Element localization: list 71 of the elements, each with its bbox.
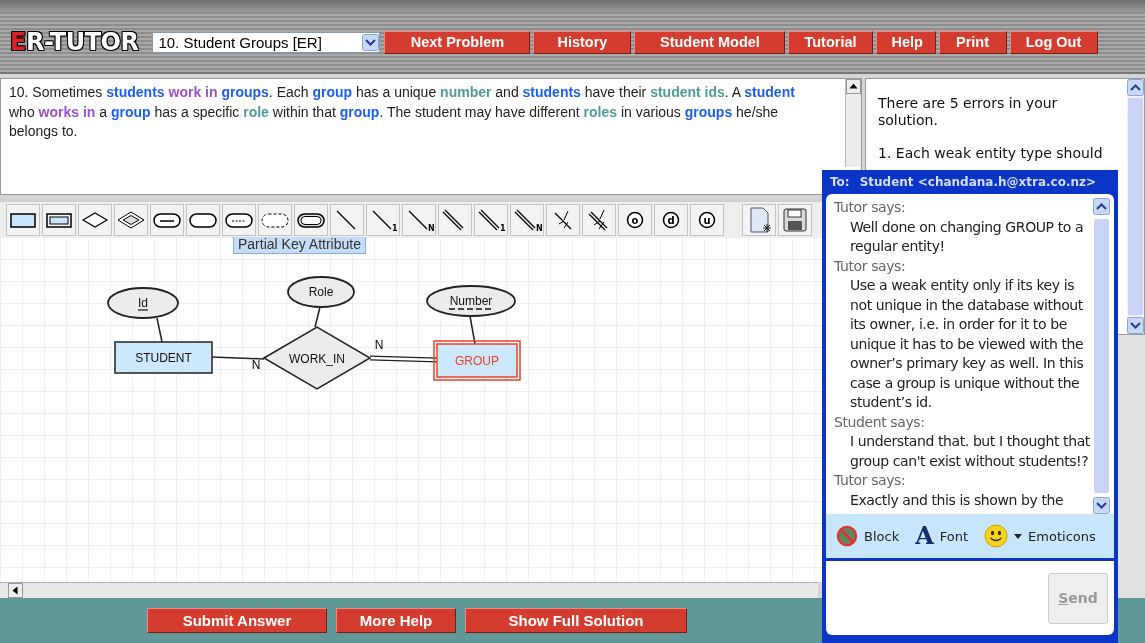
caret-icon[interactable] bbox=[1014, 533, 1023, 539]
double-diamond-tool-icon[interactable] bbox=[114, 203, 148, 236]
dashed-key-ellipse-tool-icon[interactable] bbox=[222, 203, 256, 236]
scroll-up-icon[interactable] bbox=[846, 79, 861, 94]
nav-button[interactable]: Tutorial bbox=[788, 30, 873, 54]
problem-select[interactable]: 10. Student Groups [ER] bbox=[152, 31, 381, 53]
entity-box[interactable]: STUDENT bbox=[114, 341, 213, 374]
line-tool-icon[interactable]: 1 bbox=[366, 203, 400, 236]
message-text: Use a weak entity only if its key is not unique in the database without its owner, i.e. in order for it to be unique it has to be viewed with the owner’s primary key as well. In this case a group is unique without the student’s id. bbox=[849, 276, 1085, 412]
scrollbar[interactable] bbox=[1127, 79, 1144, 334]
circle-tool-icon[interactable]: o bbox=[618, 203, 652, 236]
cardinality-label: N bbox=[251, 358, 261, 372]
attribute-ellipse[interactable]: Role bbox=[287, 276, 355, 308]
message-sender: Student says: bbox=[834, 412, 926, 432]
double-ellipse-tool-icon[interactable] bbox=[294, 203, 328, 236]
scroll-left-icon[interactable] bbox=[8, 583, 23, 598]
scrollbar[interactable] bbox=[845, 79, 861, 167]
nav-button[interactable]: History bbox=[533, 30, 632, 54]
message-text: Exactly and this is shown by the bbox=[849, 490, 1065, 510]
smiley-icon[interactable] bbox=[984, 524, 1009, 548]
nav-button[interactable]: Log Out bbox=[1009, 30, 1098, 54]
problem-statement: 10. Sometimes students work in groups. Each group has a unique number and students have their student ids. A student who works in a group has a specific role within that group. The student may have different roles in various groups he/she belongs to. bbox=[8, 83, 796, 141]
chat-tool-label[interactable]: Emoticons bbox=[1028, 528, 1096, 544]
line-tool-icon[interactable]: N bbox=[402, 203, 436, 236]
double-line-tool-icon[interactable]: N bbox=[510, 203, 544, 236]
nav-button[interactable]: Next Problem bbox=[384, 30, 531, 54]
message-sender: Tutor says: bbox=[834, 256, 907, 276]
fork-tool-icon[interactable] bbox=[546, 203, 580, 236]
diamond-tool-icon[interactable] bbox=[78, 203, 112, 236]
chat-tool-label[interactable]: Font bbox=[939, 528, 969, 544]
scrollbar[interactable] bbox=[1093, 198, 1110, 514]
scroll-up-icon[interactable] bbox=[1127, 79, 1144, 96]
recipient: Student <chandana.h@xtra.co.nz> bbox=[859, 175, 1097, 189]
chat-tool-label[interactable]: Block bbox=[864, 528, 900, 544]
message-sender: Tutor says: bbox=[834, 471, 907, 490]
relationship-diamond[interactable]: WORK_IN bbox=[262, 326, 372, 390]
message-text: I understand that. but I thought that group can't exist without students!? bbox=[849, 432, 1091, 471]
action-button[interactable]: Show Full Solution bbox=[465, 608, 687, 633]
nav-button[interactable]: Student Model bbox=[634, 30, 786, 54]
block-icon[interactable] bbox=[836, 525, 858, 547]
key-attribute-ellipse[interactable]: Id bbox=[107, 287, 179, 319]
double-line-tool-icon[interactable]: 1 bbox=[474, 203, 508, 236]
action-button[interactable]: Submit Answer bbox=[147, 608, 327, 633]
scrollbar[interactable] bbox=[0, 582, 818, 598]
double-fork-tool-icon[interactable] bbox=[582, 203, 616, 236]
scroll-down-icon[interactable] bbox=[1093, 497, 1110, 514]
ellipse-tool-icon[interactable] bbox=[186, 203, 220, 236]
logo: ER-TUTOR bbox=[10, 28, 139, 56]
entity-tool-icon[interactable] bbox=[6, 203, 40, 236]
feedback-summary: There are 5 errors in your solution. bbox=[878, 95, 1059, 129]
message-text: Well done on changing GROUP to a regular entity! bbox=[849, 217, 1085, 256]
new-file-icon[interactable] bbox=[742, 203, 776, 236]
weak-entity-tool-icon[interactable] bbox=[42, 203, 76, 236]
nav-button[interactable]: Print bbox=[938, 30, 1007, 54]
circle-tool-icon[interactable]: u bbox=[690, 203, 724, 236]
feedback-item: 1. Each weak entity type should bbox=[878, 145, 1104, 161]
action-button[interactable]: More Help bbox=[336, 608, 456, 633]
nav-button[interactable]: Help bbox=[875, 30, 936, 54]
double-line-tool-icon[interactable] bbox=[438, 203, 472, 236]
font-icon[interactable]: A bbox=[915, 524, 934, 548]
scroll-up-icon[interactable] bbox=[1093, 198, 1110, 215]
save-icon[interactable] bbox=[778, 203, 812, 236]
dashed-ellipse-tool-icon[interactable] bbox=[258, 203, 292, 236]
to-label: To: bbox=[830, 175, 850, 189]
partial-key-ellipse[interactable]: Number bbox=[426, 285, 516, 317]
scroll-down-icon[interactable] bbox=[1127, 317, 1144, 334]
key-ellipse-tool-icon[interactable] bbox=[150, 203, 184, 236]
message-sender: Tutor says: bbox=[834, 198, 907, 217]
circle-tool-icon[interactable]: d bbox=[654, 203, 688, 236]
tooltip: Partial Key Attribute bbox=[233, 237, 366, 254]
cardinality-label: N bbox=[374, 338, 384, 352]
